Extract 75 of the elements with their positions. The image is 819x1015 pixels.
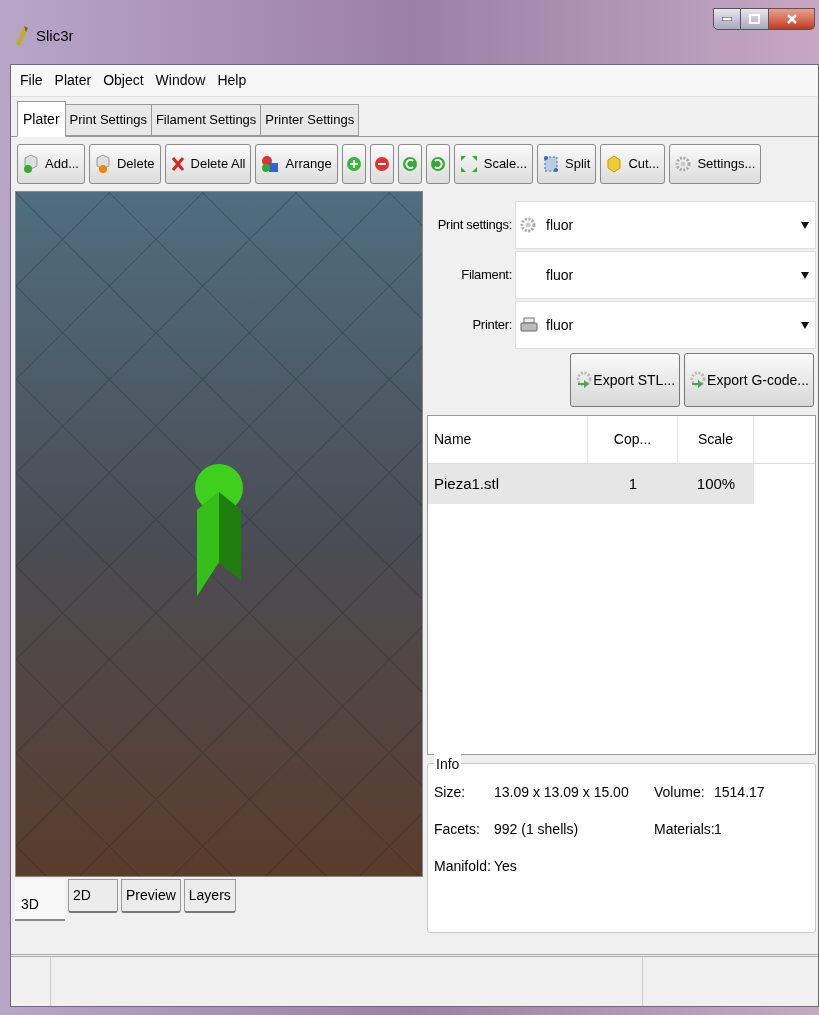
toolbar-button[interactable]: Settings...	[669, 144, 762, 184]
menu-item[interactable]: Object	[98, 70, 149, 91]
menu-item[interactable]: Plater	[49, 70, 97, 91]
table-cell-text: Pieza1.stl	[433, 473, 501, 494]
preset-dropdown[interactable]: fluor	[515, 251, 816, 299]
minimize-icon	[722, 17, 732, 21]
dropdown-arrow-icon	[801, 271, 809, 279]
plus-icon	[345, 156, 362, 172]
cube-icon	[606, 155, 623, 173]
printer-icon	[520, 317, 538, 333]
rotate-left-icon	[401, 156, 418, 172]
close-button[interactable]	[769, 8, 815, 30]
menu-item[interactable]: File	[15, 70, 48, 91]
info-label: Materials:	[654, 820, 712, 839]
menu-item[interactable]: Window	[150, 70, 211, 91]
column-header[interactable]: Cop...	[588, 416, 678, 463]
toolbar-button[interactable]	[397, 144, 422, 184]
rotate-right-icon	[429, 156, 446, 172]
table-cell-text: 1	[627, 473, 639, 494]
info-value: Yes	[493, 857, 517, 876]
preset-dropdown[interactable]: fluor	[515, 301, 816, 349]
tab[interactable]: Filament Settings	[151, 104, 262, 136]
shapes-icon	[261, 155, 280, 173]
tab[interactable]: Print Settings	[65, 104, 152, 136]
info-label: Volume:	[654, 783, 706, 802]
info-label: Facets:	[434, 820, 481, 839]
split-icon	[543, 155, 560, 173]
cube-delete-icon	[94, 154, 111, 174]
toolbar-button[interactable]: Delete All	[164, 144, 252, 184]
toolbar-button[interactable]: Scale...	[453, 144, 534, 184]
toolbar-button[interactable]	[425, 144, 450, 184]
menu-item[interactable]: Help	[212, 70, 252, 91]
maximize-button[interactable]	[741, 8, 769, 30]
table-cell-text: 100%	[695, 473, 737, 494]
toolbar-button[interactable]	[341, 144, 366, 184]
preset-label: Filament:	[461, 266, 512, 285]
toolbar-button[interactable]: Delete	[88, 144, 161, 184]
preset-dropdown[interactable]: fluor	[515, 201, 816, 249]
expand-arrows-icon	[459, 155, 478, 173]
table-row[interactable]: Pieza1.stl 1 100%	[428, 464, 754, 504]
cube-add-icon	[23, 154, 39, 174]
export-button[interactable]: Export STL...	[570, 353, 681, 407]
dropdown-arrow-icon	[801, 221, 809, 229]
info-value: 1	[714, 820, 722, 839]
preset-label: Printer:	[472, 316, 512, 335]
info-value: 1514.17	[713, 783, 765, 802]
toolbar-button[interactable]: Cut...	[600, 144, 666, 184]
gear-icon	[520, 217, 536, 233]
export-button[interactable]: Export G-code...	[684, 353, 814, 407]
column-header[interactable]: Scale	[678, 416, 754, 463]
minus-icon	[373, 156, 390, 172]
minimize-button[interactable]	[713, 8, 741, 30]
view-tab[interactable]: 2D	[68, 879, 118, 913]
app-logo-icon	[16, 26, 28, 46]
info-label: Size:	[434, 783, 467, 802]
column-header[interactable]: Name	[428, 416, 588, 463]
cross-icon	[170, 156, 185, 172]
tab[interactable]: Printer Settings	[261, 104, 360, 136]
info-value: 13.09 x 13.09 x 15.00	[493, 783, 629, 802]
view-tab[interactable]: Preview	[121, 879, 181, 913]
tab[interactable]: Plater	[17, 101, 66, 137]
toolbar-button[interactable]: Split	[537, 144, 597, 184]
preset-label: Print settings:	[437, 216, 512, 235]
dropdown-arrow-icon	[801, 321, 809, 329]
close-icon	[786, 14, 797, 24]
settings-icon	[675, 156, 692, 172]
window-title: Slic3r	[36, 25, 74, 46]
maximize-icon	[749, 14, 760, 24]
view-tab[interactable]: Layers	[183, 879, 236, 913]
info-label: Manifold:	[434, 857, 492, 876]
toolbar-button[interactable]: Arrange	[255, 144, 338, 184]
toolbar-button[interactable]	[369, 144, 394, 184]
info-value: 992 (1 shells)	[493, 820, 579, 839]
view-tab[interactable]: 3D	[15, 879, 65, 921]
toolbar-button[interactable]: Add...	[17, 144, 85, 184]
